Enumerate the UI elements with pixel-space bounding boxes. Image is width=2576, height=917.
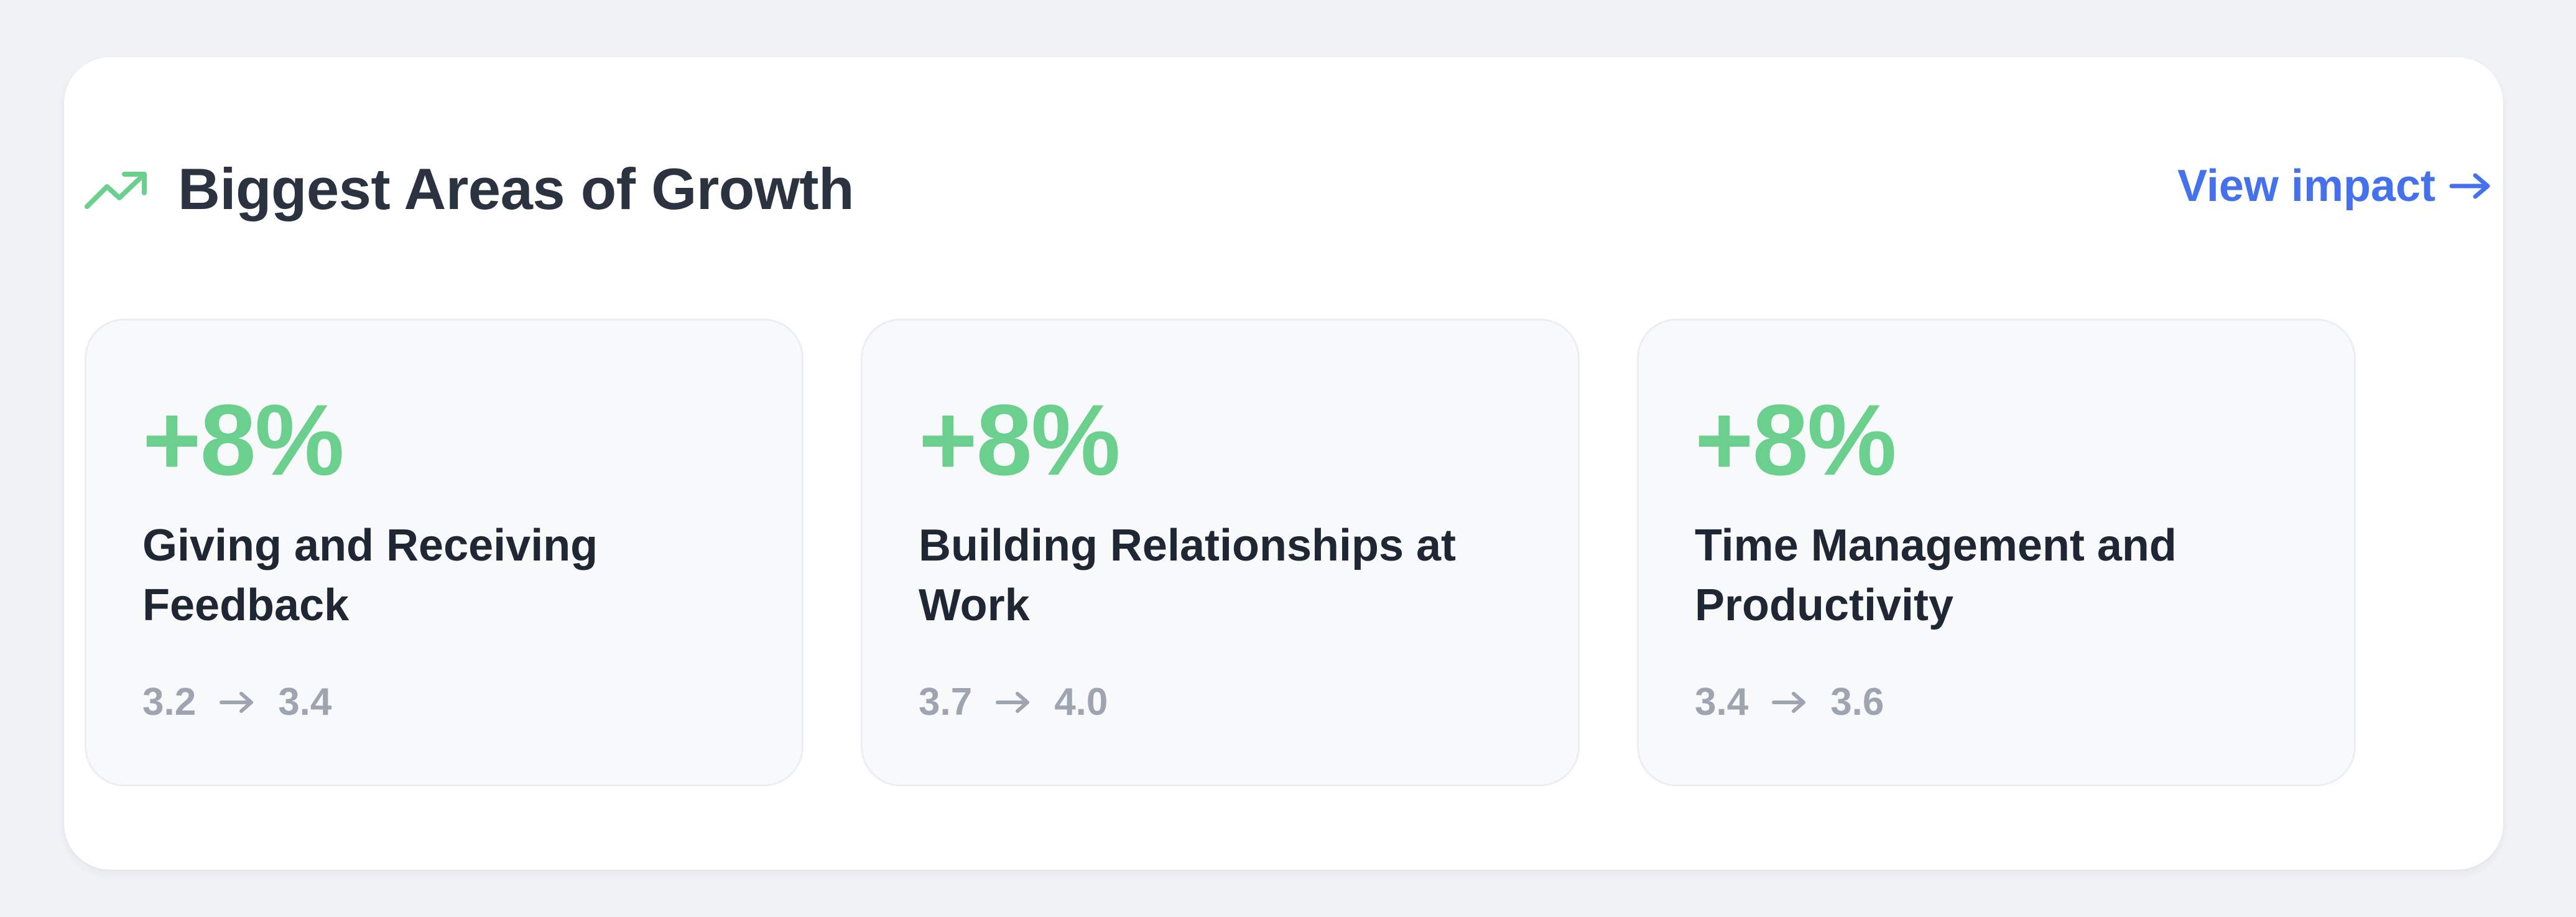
view-impact-link[interactable]: View impact — [2177, 161, 2491, 212]
growth-card-relationships: +8% Building Relationships at Work 3.7 4… — [861, 319, 1580, 786]
score-change: 3.2 3.4 — [142, 680, 331, 724]
trending-up-icon — [85, 172, 147, 209]
growth-card-feedback: +8% Giving and Receiving Feedback 3.2 3.… — [85, 319, 804, 786]
score-change: 3.4 3.6 — [1695, 680, 1884, 724]
score-to: 3.4 — [278, 681, 332, 724]
score-from: 3.4 — [1695, 681, 1749, 724]
arrow-right-icon — [2449, 173, 2490, 199]
view-impact-label: View impact — [2177, 161, 2435, 211]
score-to: 3.6 — [1830, 681, 1884, 724]
score-from: 3.2 — [142, 681, 197, 724]
score-from: 3.7 — [919, 681, 973, 724]
panel-header: Biggest Areas of Growth View impact — [85, 131, 2491, 249]
growth-area-name: Giving and Receiving Feedback — [142, 521, 598, 630]
growth-percentage: +8% — [1695, 384, 1897, 496]
score-to: 4.0 — [1054, 681, 1108, 724]
growth-cards: +8% Giving and Receiving Feedback 3.2 3.… — [85, 319, 2418, 786]
growth-card-time-management: +8% Time Management and Productivity 3.4… — [1637, 319, 2356, 786]
growth-percentage: +8% — [142, 384, 345, 496]
growth-area-name: Building Relationships at Work — [919, 521, 1457, 630]
growth-percentage: +8% — [919, 384, 1121, 496]
arrow-right-icon — [1772, 691, 1806, 713]
panel-title: Biggest Areas of Growth — [178, 156, 855, 221]
growth-area-name: Time Management and Productivity — [1695, 521, 2177, 630]
arrow-right-icon — [996, 691, 1030, 713]
score-change: 3.7 4.0 — [919, 680, 1108, 724]
arrow-right-icon — [220, 691, 254, 713]
